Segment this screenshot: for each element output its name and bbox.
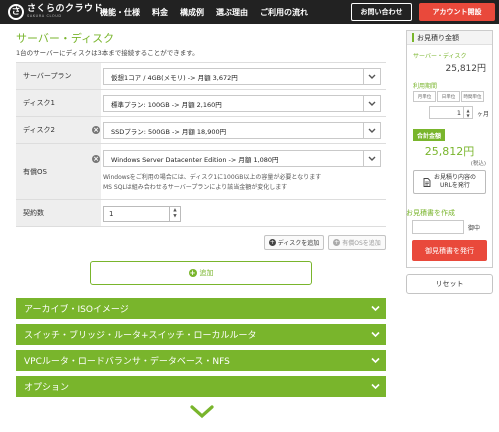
sakura-cloud-logo[interactable]: さ さくらのクラウド SAKURA CLOUD — [8, 4, 103, 20]
accordion-options[interactable]: オプション — [16, 376, 386, 397]
paid-os-row: 有償OS × Windows Server Datacenter Edition… — [16, 143, 386, 199]
disk2-row: ディスク2 × SSDプラン: 500GB -> 月額 18,900円 — [16, 116, 386, 143]
server-plan-select[interactable]: 仮想1コア / 4GB(メモリ) -> 月額 3,672円 — [103, 68, 381, 85]
chevron-down-icon — [363, 151, 380, 166]
nav-item-examples[interactable]: 構成例 — [180, 7, 204, 18]
quantity-row: 契約数 1 ▲ ▼ — [16, 199, 386, 227]
quantity-label: 契約数 — [16, 200, 101, 226]
document-icon — [423, 177, 431, 187]
period-monthly-button[interactable]: 月単位 — [413, 91, 436, 102]
add-label: 追加 — [199, 269, 214, 277]
disk1-value: 標準プラン: 100GB -> 月額 2,160円 — [111, 100, 222, 109]
issue-quote-button[interactable]: 御見積書を発行 — [412, 240, 487, 261]
plus-circle-icon: + — [188, 269, 197, 277]
issue-url-button[interactable]: お見積り内容の URLを発行 — [413, 170, 486, 194]
estimate-header: お見積り金額 — [407, 31, 492, 45]
os-note-mssql: MS SQLは組み合わせるサーバープランにより該当金額が変化します — [103, 184, 288, 191]
create-quote-label: お見積書を作成 — [406, 209, 455, 217]
accordion-switch-bridge-router[interactable]: スイッチ・ブリッジ・ルータ+スイッチ・ローカルルータ — [16, 324, 386, 345]
url-button-line2: URLを発行 — [440, 182, 470, 189]
accordion-title: スイッチ・ブリッジ・ルータ+スイッチ・ローカルルータ — [24, 331, 257, 341]
months-value: 1 — [456, 108, 461, 117]
accordion-title: オプション — [24, 383, 70, 393]
disk1-row: ディスク1 標準プラン: 100GB -> 月額 2,160円 — [16, 89, 386, 116]
months-stepper[interactable]: 1 ▲ ▼ — [429, 106, 473, 119]
main-nav: 機能・仕様 料金 構成例 選ぶ理由 ご利用の流れ — [100, 0, 320, 24]
accordion-archive-iso[interactable]: アーカイブ・ISOイメージ — [16, 298, 386, 319]
spinner-arrows-icon[interactable]: ▲ ▼ — [169, 207, 180, 221]
contact-button[interactable]: お問い合わせ — [351, 3, 412, 21]
reset-button[interactable]: リセット — [406, 274, 493, 294]
period-daily-button[interactable]: 日単位 — [437, 91, 460, 102]
quote-addressee-input[interactable] — [412, 220, 464, 234]
server-plan-row: サーバープラン 仮想1コア / 4GB(メモリ) -> 月額 3,672円 — [16, 62, 386, 89]
remove-circle-icon[interactable]: × — [92, 126, 100, 134]
url-button-line1: お見積り内容の — [433, 174, 476, 181]
server-plan-value: 仮想1コア / 4GB(メモリ) -> 月額 3,672円 — [111, 73, 238, 82]
chevron-down-icon — [363, 69, 380, 84]
disk2-select[interactable]: SSDプラン: 500GB -> 月額 18,900円 — [103, 122, 381, 139]
months-unit: ヶ月 — [477, 111, 490, 118]
os-note-windows: Windowsをご利用の場合には、ディスク1に100GB以上の容量が必要となりま… — [103, 174, 322, 181]
plus-circle-icon: + — [333, 239, 341, 246]
chevron-down-icon — [371, 305, 380, 312]
add-os-button[interactable]: + 有償OSを追加 — [328, 235, 386, 250]
addressee-suffix: 御中 — [468, 225, 481, 232]
accordion-title: アーカイブ・ISOイメージ — [24, 305, 129, 315]
nav-item-reasons[interactable]: 選ぶ理由 — [216, 7, 248, 18]
nav-item-pricing[interactable]: 料金 — [152, 7, 168, 18]
chevron-down-icon — [371, 357, 380, 364]
top-nav-bar: さ さくらのクラウド SAKURA CLOUD 機能・仕様 料金 構成例 選ぶ理… — [0, 0, 499, 24]
add-button[interactable]: + 追加 — [90, 261, 312, 285]
period-segmented-control: 月単位 日単位 時間単位 — [413, 91, 485, 102]
disk1-select[interactable]: 標準プラン: 100GB -> 月額 2,160円 — [103, 95, 381, 112]
signup-button[interactable]: アカウント開設 — [419, 3, 495, 21]
spinner-arrows-icon[interactable]: ▲ ▼ — [463, 107, 472, 118]
logo-mark-icon: さ — [8, 4, 24, 20]
scroll-down-chevron-icon[interactable] — [190, 405, 214, 419]
period-label: 利用期間 — [413, 83, 438, 90]
disk2-value: SSDプラン: 500GB -> 月額 18,900円 — [111, 127, 227, 136]
logo-tagline: SAKURA CLOUD — [27, 14, 62, 19]
logo-name: さくらのクラウド — [27, 4, 104, 15]
page-title: サーバー・ディスク — [16, 32, 115, 45]
paid-os-select[interactable]: Windows Server Datacenter Edition -> 月額 … — [103, 150, 381, 167]
add-os-label: 有償OSを追加 — [342, 240, 381, 247]
quantity-value: 1 — [109, 210, 114, 218]
period-hourly-button[interactable]: 時間単位 — [461, 91, 484, 102]
tax-note: (税込) — [470, 161, 486, 167]
add-disk-label: ディスクを追加 — [277, 240, 320, 247]
server-disk-price: 25,812円 — [445, 64, 487, 74]
chevron-down-icon — [363, 123, 380, 138]
chevron-down-icon — [363, 96, 380, 111]
nav-item-features[interactable]: 機能・仕様 — [100, 7, 140, 18]
server-disk-label: サーバー・ディスク — [413, 53, 467, 60]
accordion-vpc-lb-db-nfs[interactable]: VPCルータ・ロードバランサ・データベース・NFS — [16, 350, 386, 371]
accordion-title: VPCルータ・ロードバランサ・データベース・NFS — [24, 357, 230, 367]
accent-bar — [412, 33, 414, 42]
add-disk-button[interactable]: + ディスクを追加 — [264, 235, 324, 250]
remove-circle-icon[interactable]: × — [92, 155, 100, 163]
page-subtitle: 1台のサーバーにディスクは3本まで接続することができます。 — [16, 49, 199, 57]
paid-os-label: 有償OS — [16, 144, 101, 199]
server-plan-label: サーバープラン — [16, 63, 101, 89]
total-label-badge: 合計金額 — [413, 129, 446, 141]
disk1-label: ディスク1 — [16, 90, 101, 116]
nav-item-flow[interactable]: ご利用の流れ — [260, 7, 308, 18]
disk2-label: ディスク2 — [16, 117, 101, 143]
chevron-down-icon — [371, 383, 380, 390]
plus-circle-icon: + — [268, 239, 276, 246]
total-price: 25,812円 — [424, 145, 475, 158]
quantity-stepper[interactable]: 1 ▲ ▼ — [103, 206, 181, 222]
paid-os-value: Windows Server Datacenter Edition -> 月額 … — [111, 155, 279, 164]
chevron-down-icon — [371, 331, 380, 338]
estimate-title: お見積り金額 — [417, 33, 459, 42]
